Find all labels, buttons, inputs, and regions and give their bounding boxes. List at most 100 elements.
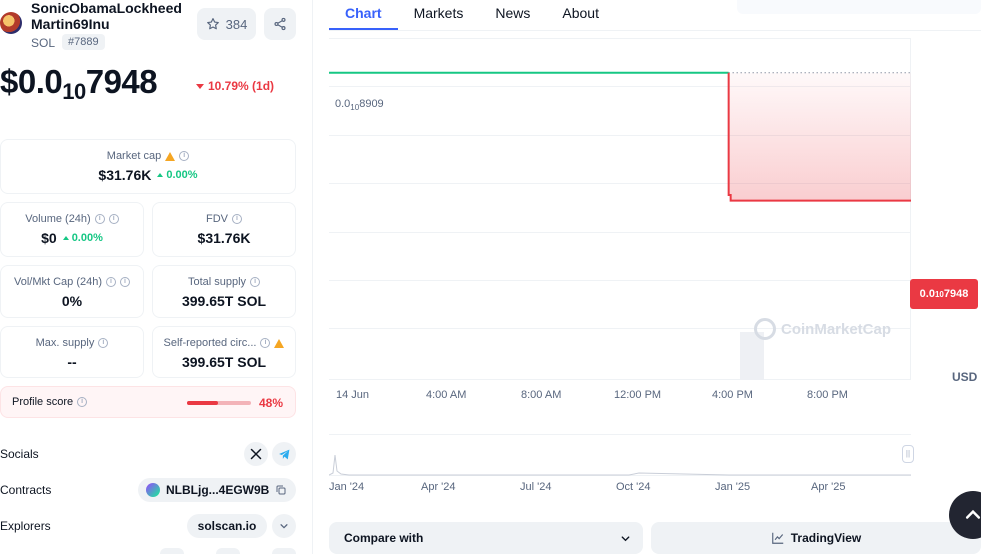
compare-with-dropdown[interactable]: Compare with <box>329 522 643 554</box>
x-twitter-link[interactable] <box>244 442 268 466</box>
explorers-label: Explorers <box>0 519 51 533</box>
stat-change-value: 0.00% <box>71 232 103 244</box>
more-pill[interactable] <box>160 548 184 554</box>
info-icon[interactable]: i <box>108 214 119 224</box>
telegram-link[interactable] <box>272 442 296 466</box>
info-icon[interactable]: i <box>77 397 88 407</box>
coin-symbol: SOL <box>31 36 56 50</box>
profile-score-value: 48% <box>259 396 284 410</box>
tab-about[interactable]: About <box>546 0 615 30</box>
stat-volume: Volume (24h) i i $0 0.00% <box>0 202 144 257</box>
caret-up-icon <box>62 236 69 240</box>
stat-fdv: FDV i $31.76K <box>152 202 296 257</box>
info-icon[interactable]: i <box>98 338 109 348</box>
x-tick: 12:00 PM <box>614 389 662 401</box>
x-tick: 8:00 PM <box>807 389 848 401</box>
navigator-sparkline <box>329 454 911 476</box>
explorers-dropdown-button[interactable] <box>272 514 296 538</box>
info-icon[interactable]: i <box>179 151 190 161</box>
coin-overview-panel: SonicObamaLockheed Martin69Inu SOL #7889… <box>0 0 300 554</box>
watermark-text: CoinMarketCap <box>781 320 892 338</box>
stat-self-reported-circ: Self-reported circ... i 399.65T SOL <box>152 326 296 378</box>
warning-icon[interactable] <box>274 338 285 348</box>
watchlist-button[interactable]: 384 <box>197 8 256 40</box>
star-icon <box>206 18 219 30</box>
chevron-down-icon <box>280 524 288 529</box>
stat-value: $31.76K <box>98 167 152 183</box>
search-bar-edge[interactable] <box>737 0 981 14</box>
stat-value: 0% <box>61 293 83 309</box>
rank-badge: #7889 <box>62 34 105 50</box>
profile-score-bar <box>187 401 251 405</box>
tab-markets[interactable]: Markets <box>398 0 480 30</box>
label-prefix: 0.0 <box>919 288 935 300</box>
panel-divider <box>312 0 313 554</box>
coin-header: SonicObamaLockheed Martin69Inu SOL #7889… <box>0 0 300 52</box>
more-pill[interactable] <box>272 548 296 554</box>
current-price-tag: 0.0 10 7948 <box>910 279 978 309</box>
more-pill[interactable] <box>216 548 240 554</box>
navigator-handle[interactable]: || <box>902 445 914 463</box>
compare-label: Compare with <box>344 531 424 545</box>
explorer-link[interactable]: solscan.io <box>187 514 267 538</box>
stat-label: FDV <box>206 213 228 225</box>
coin-logo <box>0 12 22 34</box>
price-prefix: $0.0 <box>0 63 63 100</box>
stat-value: 399.65T SOL <box>181 354 267 370</box>
label-zeros: 10 <box>350 103 360 113</box>
tab-news[interactable]: News <box>479 0 546 30</box>
label-zeros: 10 <box>934 289 944 299</box>
copy-icon[interactable] <box>275 484 287 496</box>
contract-address-pill[interactable]: NLBLjg...4EGW9B <box>138 478 296 502</box>
stat-value: -- <box>67 354 77 370</box>
nav-tick: Jul '24 <box>520 481 552 493</box>
nav-tick: Apr '24 <box>421 481 456 493</box>
x-tick: 8:00 AM <box>521 389 562 401</box>
caret-down-icon <box>196 83 204 89</box>
price-zero-count: 10 <box>62 79 86 104</box>
nav-tick: Apr '25 <box>811 481 846 493</box>
info-icon[interactable]: i <box>94 214 105 224</box>
warning-icon[interactable] <box>165 151 176 161</box>
stat-label: Max. supply <box>35 337 95 349</box>
stat-market-cap: Market cap i $31.76K 0.00% <box>0 139 296 194</box>
caret-up-icon <box>157 173 164 177</box>
share-button[interactable] <box>264 8 296 40</box>
info-icon[interactable]: i <box>106 277 117 287</box>
label-digits: 7948 <box>943 288 969 300</box>
stat-label: Market cap <box>106 150 162 162</box>
chart-line-icon <box>771 532 784 544</box>
solana-chain-icon <box>146 483 160 497</box>
info-icon[interactable]: i <box>232 214 242 224</box>
tradingview-button[interactable]: TradingView <box>651 522 981 554</box>
coin-price: $0.0107948 <box>0 62 158 104</box>
cmc-logo-icon <box>754 318 776 340</box>
x-twitter-icon <box>250 448 262 460</box>
telegram-icon <box>278 449 289 459</box>
profile-score-fill <box>187 401 218 405</box>
info-icon[interactable]: i <box>120 277 131 287</box>
contract-address: NLBLjg...4EGW9B <box>166 483 270 497</box>
currency-label[interactable]: USD <box>952 370 977 384</box>
tab-chart[interactable]: Chart <box>329 0 398 30</box>
stat-value: $31.76K <box>197 230 251 246</box>
profile-score[interactable]: Profile score i 48% <box>0 386 296 418</box>
chevron-up-icon <box>965 509 981 519</box>
stat-change: 0.00% <box>62 232 103 244</box>
info-icon[interactable]: i <box>250 277 261 287</box>
explorer-name: solscan.io <box>197 519 257 533</box>
stat-change-value: 0.00% <box>166 169 198 181</box>
stat-label: Volume (24h) <box>25 213 91 225</box>
price-chart[interactable]: CoinMarketCap <box>329 38 911 380</box>
tabs-underline <box>329 30 981 31</box>
stat-vol-mkt-cap: Vol/Mkt Cap (24h) i i 0% <box>0 265 144 318</box>
label-prefix: 0.0 <box>335 98 351 110</box>
info-icon[interactable]: i <box>260 338 271 348</box>
nav-tick: Oct '24 <box>616 481 651 493</box>
stat-value: $0 <box>41 230 57 246</box>
range-navigator[interactable] <box>329 434 911 476</box>
stat-change: 0.00% <box>157 169 198 181</box>
chart-high-label: 0.0108909 <box>335 98 384 112</box>
coin-name: SonicObamaLockheed Martin69Inu <box>31 0 182 32</box>
price-digits: 7948 <box>85 63 158 100</box>
